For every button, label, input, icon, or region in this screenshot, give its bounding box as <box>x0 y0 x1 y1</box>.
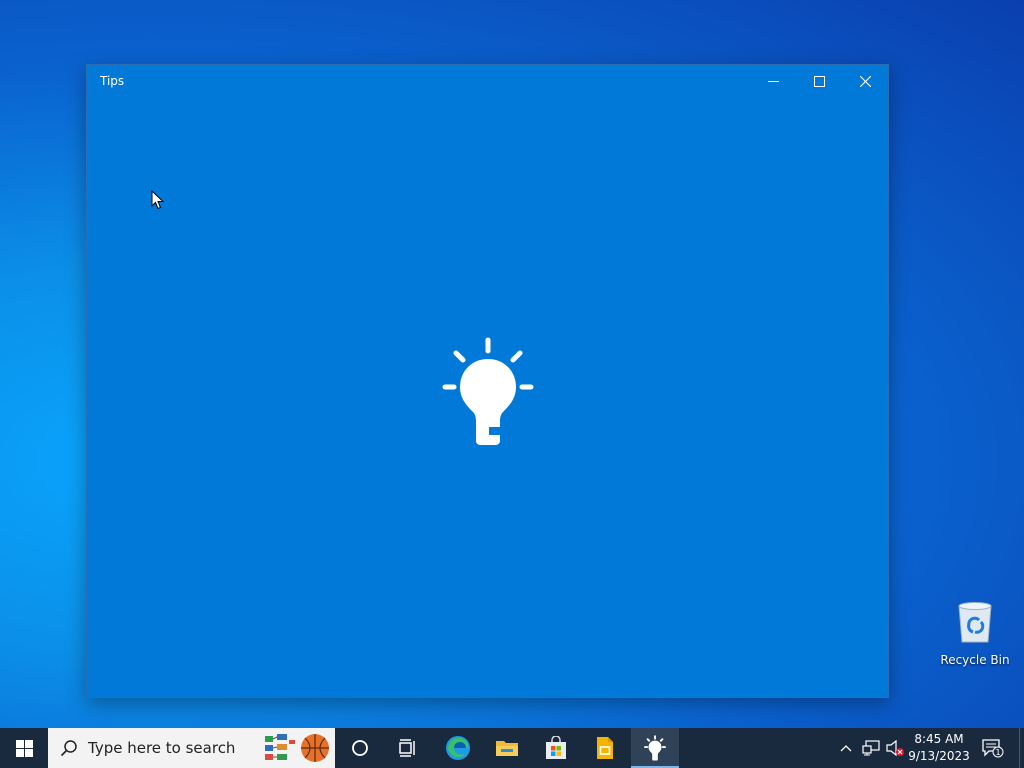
microsoft-store-button[interactable] <box>532 728 580 768</box>
circle-icon <box>352 740 368 756</box>
clock-date: 9/13/2023 <box>908 749 970 763</box>
volume-button[interactable] <box>884 728 906 768</box>
title-bar[interactable]: Tips <box>87 65 888 97</box>
slides-button[interactable] <box>581 728 629 768</box>
desktop-icon-recycle-bin[interactable]: Recycle Bin <box>940 600 1010 667</box>
minimize-icon <box>767 80 779 82</box>
lightbulb-icon <box>644 735 666 761</box>
edge-icon <box>446 736 470 760</box>
edge-button[interactable] <box>434 728 482 768</box>
recycle-bin-icon <box>958 602 992 643</box>
volume-muted-icon <box>886 739 904 757</box>
minimize-button[interactable] <box>750 65 796 97</box>
tips-taskbar-button[interactable] <box>631 728 679 768</box>
search-icon <box>60 740 77 757</box>
network-icon <box>862 740 880 756</box>
slides-icon <box>597 737 613 759</box>
action-center-button[interactable]: 1 <box>980 728 1006 768</box>
clock-time: 8:45 AM <box>914 732 964 746</box>
recycle-bin-label: Recycle Bin <box>940 653 1010 667</box>
lightbulb-icon <box>442 337 534 445</box>
task-view-icon <box>399 739 415 757</box>
taskbar: Type here to search 8:45 AM 9/13/2023 1 <box>0 728 1024 768</box>
clock[interactable]: 8:45 AM 9/13/2023 <box>908 731 970 765</box>
notification-count: 1 <box>995 748 1000 757</box>
search-highlight-icon <box>265 734 329 762</box>
desktop: Tips Recycle Bin <box>0 0 1024 728</box>
close-button[interactable] <box>842 65 888 97</box>
folder-icon <box>496 741 518 756</box>
maximize-icon <box>813 75 825 87</box>
cortana-button[interactable] <box>336 728 384 768</box>
store-icon <box>546 736 566 759</box>
close-icon <box>859 75 871 87</box>
window-title: Tips <box>100 74 125 88</box>
show-desktop-button[interactable] <box>1019 728 1024 768</box>
search-placeholder: Type here to search <box>88 739 236 757</box>
maximize-button[interactable] <box>796 65 842 97</box>
chevron-up-icon <box>840 745 852 752</box>
start-button[interactable] <box>0 728 48 768</box>
file-explorer-button[interactable] <box>483 728 531 768</box>
mouse-cursor <box>151 190 165 210</box>
network-button[interactable] <box>860 728 882 768</box>
task-view-button[interactable] <box>384 728 432 768</box>
windows-logo-icon <box>15 739 33 757</box>
notification-icon: 1 <box>982 739 1004 758</box>
show-hidden-icons-button[interactable] <box>836 728 856 768</box>
search-box[interactable]: Type here to search <box>48 728 335 768</box>
tips-window[interactable]: Tips <box>87 65 888 697</box>
